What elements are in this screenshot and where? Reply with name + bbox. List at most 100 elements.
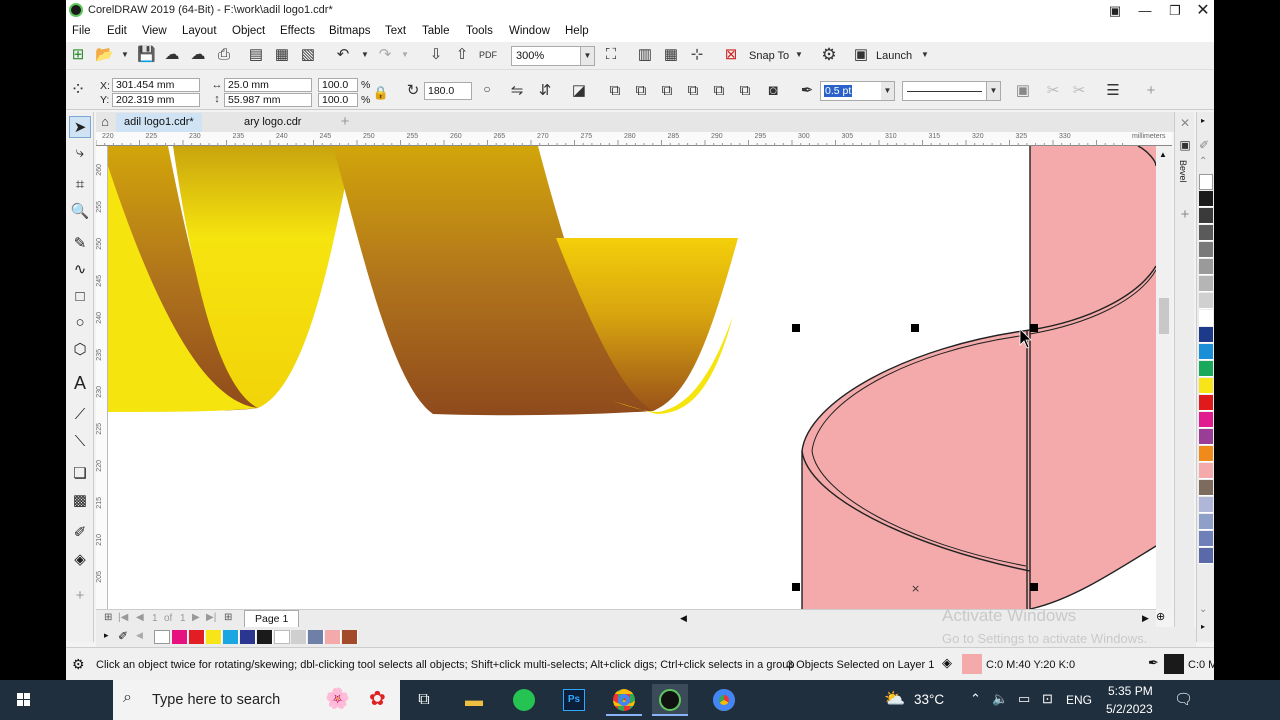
- zoom-dropdown-icon[interactable]: ▼: [581, 46, 595, 66]
- lock-ratio-icon[interactable]: 🔒: [372, 84, 390, 102]
- intersect-icon[interactable]: ⧉: [658, 82, 676, 100]
- zoom-level-combo[interactable]: 300%: [511, 46, 581, 66]
- paste-icon[interactable]: ▧: [299, 46, 317, 64]
- menu-file[interactable]: File: [72, 25, 91, 37]
- palette-swatch[interactable]: [1199, 480, 1213, 496]
- artistic-media-icon[interactable]: ∿: [69, 259, 91, 281]
- text-tool-icon[interactable]: A: [69, 372, 91, 394]
- coreldraw-taskbar-icon[interactable]: [652, 684, 688, 716]
- page-number[interactable]: 1: [152, 613, 158, 624]
- menu-edit[interactable]: Edit: [107, 25, 127, 37]
- gold-ribbon[interactable]: [108, 146, 738, 416]
- new-tab-icon[interactable]: +: [336, 113, 354, 131]
- clock-date[interactable]: 5/2/2023: [1106, 702, 1153, 716]
- crop-tool-icon[interactable]: ⌗: [69, 174, 91, 196]
- clock-time[interactable]: 5:35 PM: [1108, 684, 1153, 698]
- vertical-ruler[interactable]: 260 255 250 245 240 235 230 225 220 215 210 205: [96, 146, 108, 609]
- zoom-one-shot-icon[interactable]: ⊕: [1156, 610, 1165, 623]
- document-palette-swatch[interactable]: [274, 630, 290, 644]
- restore-icon[interactable]: ▣: [1106, 2, 1124, 20]
- redo-icon[interactable]: ↷: [376, 46, 394, 64]
- volume-icon[interactable]: 🔈: [992, 691, 1008, 707]
- vertical-scroll-thumb[interactable]: [1159, 298, 1169, 334]
- document-palette-swatch[interactable]: [257, 630, 273, 644]
- connector-tool-icon[interactable]: ⟍: [69, 431, 91, 453]
- scroll-up-icon[interactable]: ▲: [1159, 150, 1167, 159]
- cloud-download-icon[interactable]: ☁: [189, 46, 207, 64]
- create-boundary-icon[interactable]: ◙: [764, 82, 782, 100]
- palette-swatch[interactable]: [1199, 259, 1213, 275]
- menu-table[interactable]: Table: [422, 25, 450, 37]
- height-field[interactable]: 55.987 mm: [224, 93, 312, 107]
- snap-off-icon[interactable]: ⊠: [722, 46, 740, 64]
- fill-bucket-icon[interactable]: ◈: [942, 655, 952, 671]
- palette-swatch[interactable]: [1199, 242, 1213, 258]
- launch-dropdown-icon[interactable]: ▼: [916, 46, 934, 64]
- show-grid-icon[interactable]: ▦: [662, 46, 680, 64]
- start-button[interactable]: [0, 680, 48, 720]
- print-icon[interactable]: ⎙: [215, 46, 233, 64]
- palette-swatch[interactable]: [1199, 548, 1213, 564]
- undo-dropdown-icon[interactable]: ▼: [356, 46, 374, 64]
- palette-swatch[interactable]: [1199, 191, 1213, 207]
- palette-swatch[interactable]: [1199, 310, 1213, 326]
- document-palette-swatch[interactable]: [291, 630, 307, 644]
- x-position-field[interactable]: 301.454 mm: [112, 78, 200, 92]
- notifications-icon[interactable]: 🗨: [1174, 690, 1193, 708]
- document-palette-swatch[interactable]: [172, 630, 188, 644]
- cloud-upload-icon[interactable]: ☁: [163, 46, 181, 64]
- network-icon[interactable]: ⊡: [1042, 691, 1053, 707]
- cut-icon[interactable]: ▤: [247, 46, 265, 64]
- snap-to-dropdown-icon[interactable]: ▼: [790, 46, 808, 64]
- rotation-center-icon[interactable]: ○: [478, 80, 496, 98]
- palette-swatch[interactable]: [1199, 276, 1213, 292]
- object-origin-icon[interactable]: ⁘: [69, 80, 87, 98]
- save-icon[interactable]: 💾: [137, 46, 156, 64]
- scale-height-field[interactable]: 100.0: [318, 93, 358, 107]
- document-palette-swatch[interactable]: [223, 630, 239, 644]
- open-dropdown-icon[interactable]: ▼: [116, 46, 134, 64]
- minimize-button[interactable]: —: [1136, 2, 1154, 20]
- tab-adil-logo1[interactable]: adil logo1.cdr*: [116, 113, 202, 132]
- front-minus-back-icon[interactable]: ⧉: [710, 82, 728, 100]
- document-palette-swatch[interactable]: [240, 630, 256, 644]
- horizontal-ruler[interactable]: 220 225 230 235 240 245 250 255 260 265 270 275 280 2…: [96, 132, 1172, 146]
- palette-swatch[interactable]: [1199, 327, 1213, 343]
- simplify-icon[interactable]: ⧉: [684, 82, 702, 100]
- last-page-icon[interactable]: ▶|: [206, 612, 216, 623]
- palette-swatch[interactable]: [1199, 429, 1213, 445]
- pink-cylinder[interactable]: [801, 146, 1156, 609]
- scale-width-field[interactable]: 100.0: [318, 78, 358, 92]
- weather-icon[interactable]: ⛅: [884, 689, 905, 709]
- menu-tools[interactable]: Tools: [466, 25, 493, 37]
- show-guidelines-icon[interactable]: ⊹: [688, 46, 706, 64]
- outline-pen-icon[interactable]: ✒: [798, 82, 816, 100]
- docker-close-icon[interactable]: ✕: [1176, 114, 1194, 132]
- close-button[interactable]: ✕: [1194, 2, 1212, 20]
- menu-effects[interactable]: Effects: [280, 25, 315, 37]
- weld-icon[interactable]: ⧉: [606, 82, 624, 100]
- menu-object[interactable]: Object: [232, 25, 265, 37]
- outline-width-field[interactable]: 0.5 pt: [820, 81, 888, 101]
- palette-eyedropper-icon[interactable]: ✐: [1199, 138, 1209, 152]
- pick-tool-icon[interactable]: ➤: [69, 116, 91, 138]
- chrome-second-icon[interactable]: [706, 684, 742, 716]
- battery-icon[interactable]: ▭: [1018, 691, 1030, 707]
- outline-pen-status-icon[interactable]: ✒: [1148, 655, 1159, 671]
- doc-palette-scroll-left-icon[interactable]: ◀: [136, 630, 143, 641]
- document-palette-swatch[interactable]: [189, 630, 205, 644]
- palette-swatch[interactable]: [1199, 463, 1213, 479]
- page-1-tab[interactable]: Page 1: [244, 610, 300, 627]
- drawing-canvas[interactable]: ×: [108, 146, 1156, 609]
- rectangle-tool-icon[interactable]: □: [69, 286, 91, 308]
- menu-bitmaps[interactable]: Bitmaps: [329, 25, 371, 37]
- palette-expand-icon[interactable]: ▸: [1201, 622, 1205, 631]
- back-minus-front-icon[interactable]: ⧉: [736, 82, 754, 100]
- break-apart-icon[interactable]: ✂: [1070, 82, 1088, 100]
- temperature[interactable]: 33°C: [914, 692, 944, 707]
- document-palette-swatch[interactable]: [206, 630, 222, 644]
- menu-view[interactable]: View: [142, 25, 167, 37]
- zoom-tool-icon[interactable]: 🔍: [69, 201, 91, 223]
- prev-page-icon[interactable]: ◀: [136, 612, 144, 623]
- rotation-angle-field[interactable]: 180.0: [424, 82, 472, 100]
